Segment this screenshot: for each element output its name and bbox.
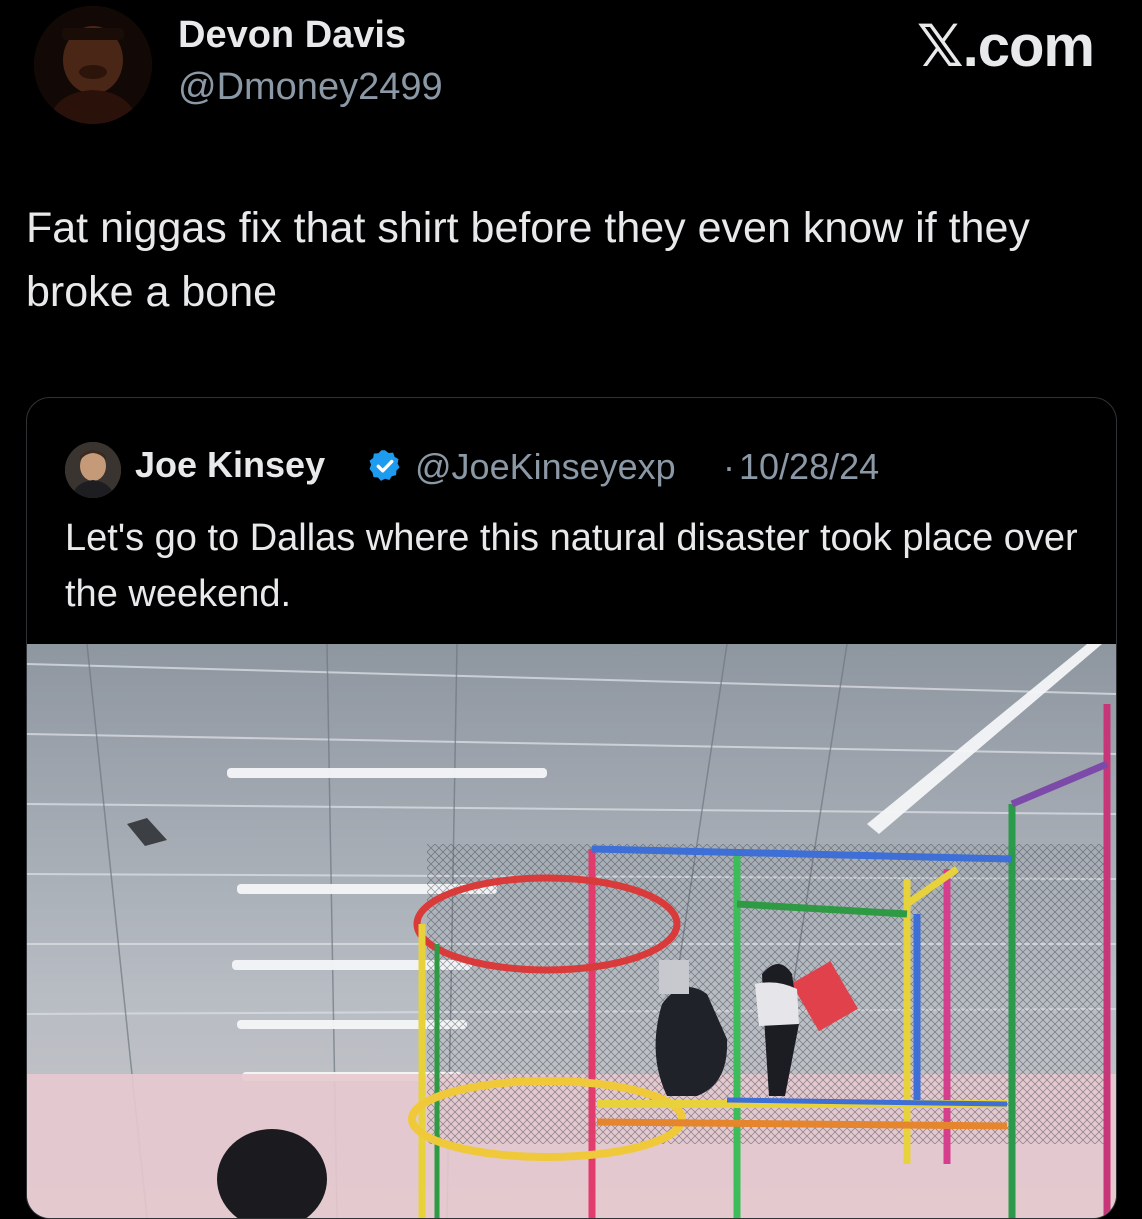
- verified-badge-icon: [369, 450, 400, 481]
- quoted-author-avatar-image: [65, 442, 121, 498]
- quoted-author-name[interactable]: Joe Kinsey: [135, 444, 325, 486]
- quoted-post-text: Let's go to Dallas where this natural di…: [65, 517, 1078, 615]
- author-avatar[interactable]: [34, 6, 152, 124]
- quoted-author-avatar[interactable]: [65, 442, 121, 498]
- quoted-post-date[interactable]: 10/28/24: [739, 446, 879, 488]
- x-logo-label: 𝕏.com: [916, 14, 1095, 79]
- indoor-playground-photo: [27, 644, 1116, 1218]
- author-name[interactable]: Devon Davis: [178, 14, 406, 57]
- meta-separator: ·: [723, 446, 735, 487]
- author-avatar-image: [34, 6, 152, 124]
- quoted-author-handle[interactable]: @JoeKinseyexp: [415, 446, 676, 488]
- post-text: Fat niggas fix that shirt before they ev…: [26, 204, 1030, 316]
- quoted-post-photo[interactable]: [27, 644, 1116, 1218]
- author-handle[interactable]: @Dmoney2499: [178, 66, 443, 109]
- quoted-post-card[interactable]: Joe Kinsey @JoeKinseyexp · 10/28/24 Let'…: [26, 397, 1117, 1219]
